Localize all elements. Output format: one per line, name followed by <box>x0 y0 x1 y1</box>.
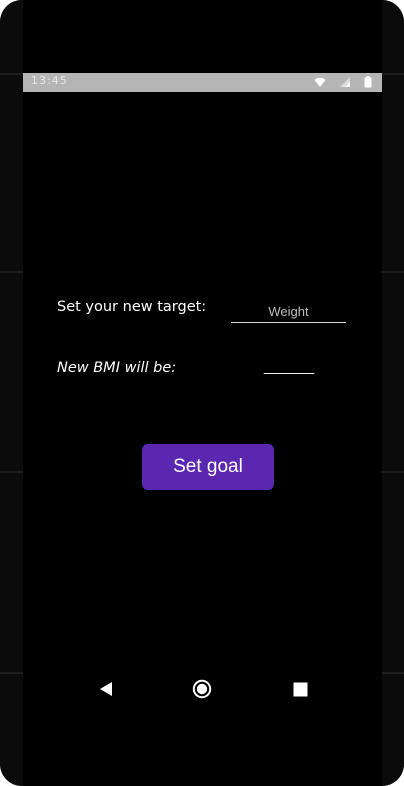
bezel-divider <box>0 471 23 473</box>
target-label: Set your new target: <box>57 299 207 315</box>
status-icons <box>306 76 372 89</box>
status-bar: 13:45 <box>23 73 382 92</box>
bezel-divider <box>382 471 404 473</box>
wifi-icon <box>314 77 326 87</box>
home-button[interactable] <box>190 677 214 701</box>
bmi-label: New BMI will be: <box>57 360 177 376</box>
signal-icon <box>339 77 350 87</box>
bezel-divider <box>0 73 23 75</box>
bezel-divider <box>382 271 404 273</box>
bezel-divider <box>382 73 404 75</box>
home-icon <box>192 679 212 699</box>
device-frame: 13:45 Set your new target: New BMI will … <box>0 0 404 786</box>
device-right-bezel <box>382 0 404 786</box>
device-left-bezel <box>0 0 23 786</box>
recents-button[interactable] <box>288 677 312 701</box>
weight-input[interactable] <box>231 301 346 323</box>
bezel-divider <box>0 672 23 674</box>
bezel-divider <box>382 672 404 674</box>
status-time: 13:45 <box>31 74 68 87</box>
bezel-divider <box>0 271 23 273</box>
recents-icon <box>293 682 307 696</box>
battery-icon <box>364 76 372 88</box>
set-goal-button[interactable]: Set goal <box>142 444 274 490</box>
back-icon <box>100 682 112 696</box>
back-button[interactable] <box>94 677 118 701</box>
bmi-value: ______ <box>264 358 315 375</box>
